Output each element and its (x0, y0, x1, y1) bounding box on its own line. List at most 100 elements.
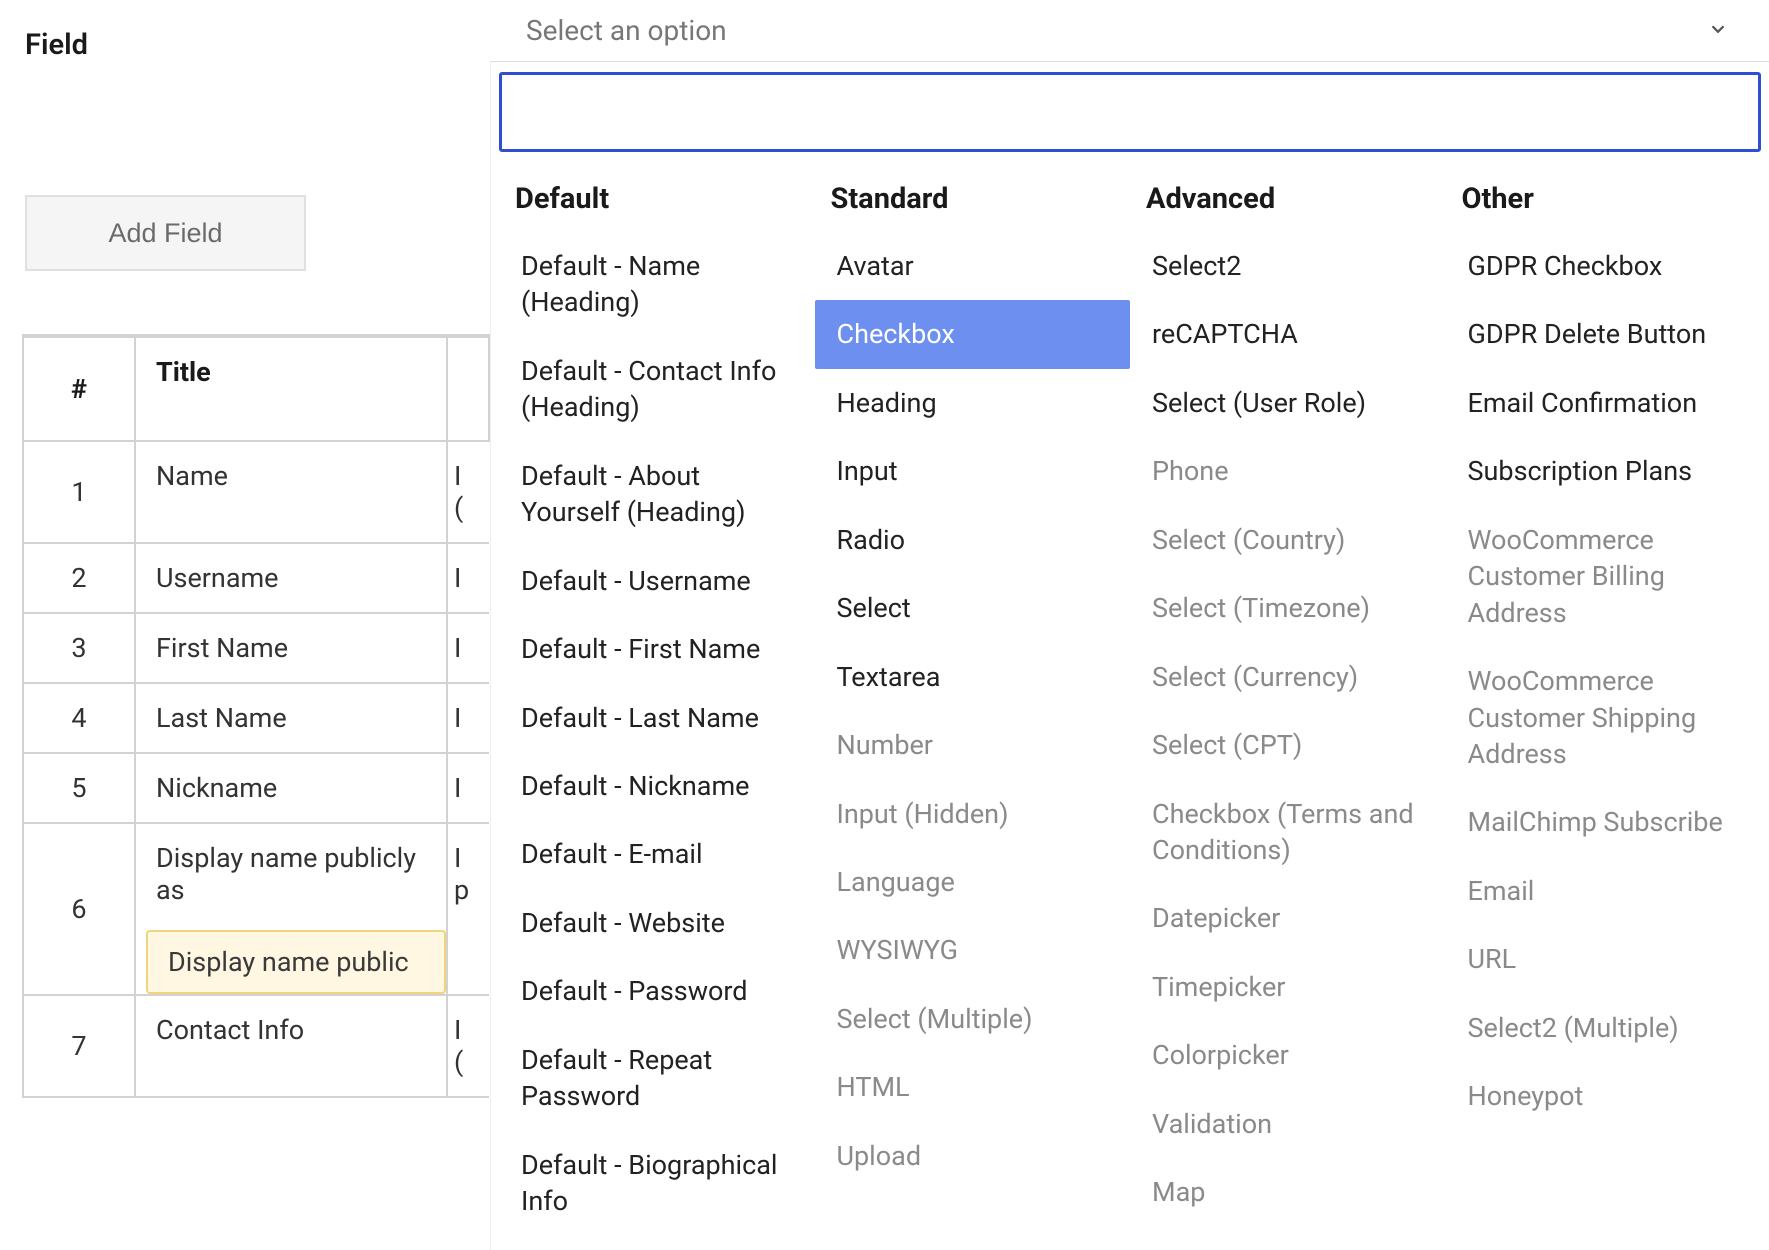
row-number: 5 (23, 753, 135, 823)
search-input[interactable] (499, 72, 1761, 152)
option-item[interactable]: HTML (815, 1053, 1131, 1121)
option-item[interactable]: Input (815, 437, 1131, 505)
option-column: StandardAvatarCheckboxHeadingInputRadioS… (815, 174, 1131, 1235)
table-row[interactable]: 5NicknameI (23, 753, 489, 823)
option-item[interactable]: Number (815, 711, 1131, 779)
option-item[interactable]: Select (815, 574, 1131, 642)
option-item[interactable]: Validation (1130, 1090, 1446, 1158)
row-title-text: Display name publicly as (136, 824, 446, 924)
add-field-button[interactable]: Add Field (25, 195, 306, 271)
option-item[interactable]: Heading (815, 369, 1131, 437)
option-item[interactable]: Default - Website (499, 889, 815, 957)
field-type-dropdown[interactable]: Select an option (490, 0, 1769, 62)
option-list: Select2reCAPTCHASelect (User Role)PhoneS… (1130, 232, 1446, 1227)
table-row[interactable]: 2UsernameI (23, 543, 489, 613)
option-item[interactable]: Checkbox (Terms and Conditions) (1130, 780, 1446, 885)
option-item[interactable]: Select2 (1130, 232, 1446, 300)
option-item[interactable]: reCAPTCHA (1130, 300, 1446, 368)
row-number: 1 (23, 441, 135, 543)
option-item[interactable]: Email Confirmation (1446, 369, 1762, 437)
option-item[interactable]: Select (Currency) (1130, 643, 1446, 711)
option-item[interactable]: Map (1130, 1158, 1446, 1226)
row-title: Display name publicly asDisplay name pub… (135, 823, 447, 995)
option-item[interactable]: MailChimp Subscribe (1446, 788, 1762, 856)
option-item[interactable]: Select (CPT) (1130, 711, 1446, 779)
option-item[interactable]: Input (Hidden) (815, 780, 1131, 848)
option-item[interactable]: GDPR Delete Button (1446, 300, 1762, 368)
row-number: 4 (23, 683, 135, 753)
table-row[interactable]: 7Contact InfoI ( (23, 995, 489, 1097)
row-title: Last Name (135, 683, 447, 753)
option-item[interactable]: Default - Last Name (499, 684, 815, 752)
option-list: AvatarCheckboxHeadingInputRadioSelectTex… (815, 232, 1131, 1190)
option-column-header: Advanced (1130, 174, 1446, 232)
fields-table: # Title 1NameI (2UsernameI3First NameI4L… (22, 334, 490, 1098)
row-title: Nickname (135, 753, 447, 823)
option-column-header: Default (499, 174, 815, 232)
option-item[interactable]: Checkbox (815, 300, 1131, 368)
option-list: Default - Name (Heading)Default - Contac… (499, 232, 815, 1235)
row-title: Name (135, 441, 447, 543)
option-item[interactable]: Phone (1130, 437, 1446, 505)
option-item[interactable]: Honeypot (1446, 1062, 1762, 1130)
table-row[interactable]: 6Display name publicly asDisplay name pu… (23, 823, 489, 995)
row-right-cut: I (447, 683, 489, 753)
table-header-title: Title (135, 337, 447, 441)
option-column-header: Other (1446, 174, 1762, 232)
row-right-cut: I (447, 613, 489, 683)
table-header-cut (447, 337, 489, 441)
option-item[interactable]: Colorpicker (1130, 1021, 1446, 1089)
option-item[interactable]: Avatar (815, 232, 1131, 300)
row-number: 7 (23, 995, 135, 1097)
option-item[interactable]: Subscription Plans (1446, 437, 1762, 505)
option-item[interactable]: Timepicker (1130, 953, 1446, 1021)
option-item[interactable]: Default - Biographical Info (499, 1131, 815, 1236)
table-row[interactable]: 1NameI ( (23, 441, 489, 543)
row-number: 6 (23, 823, 135, 995)
option-item[interactable]: Default - Name (Heading) (499, 232, 815, 337)
row-title: First Name (135, 613, 447, 683)
option-column-header: Standard (815, 174, 1131, 232)
option-item[interactable]: Default - Password (499, 957, 815, 1025)
option-item[interactable]: WYSIWYG (815, 916, 1131, 984)
option-item[interactable]: Language (815, 848, 1131, 916)
option-item[interactable]: WooCommerce Customer Billing Address (1446, 506, 1762, 647)
option-item[interactable]: Email (1446, 857, 1762, 925)
table-header-num: # (23, 337, 135, 441)
option-item[interactable]: Default - Username (499, 547, 815, 615)
option-item[interactable]: GDPR Checkbox (1446, 232, 1762, 300)
option-item[interactable]: Textarea (815, 643, 1131, 711)
row-right-cut: I ( (447, 441, 489, 543)
row-right-cut: I ( (447, 995, 489, 1097)
row-right-cut: I (447, 543, 489, 613)
option-item[interactable]: Select (User Role) (1130, 369, 1446, 437)
option-item[interactable]: Default - About Yourself (Heading) (499, 442, 815, 547)
option-item[interactable]: Select (Multiple) (815, 985, 1131, 1053)
option-item[interactable]: Datepicker (1130, 884, 1446, 952)
row-right-cut: I (447, 753, 489, 823)
table-row[interactable]: 3First NameI (23, 613, 489, 683)
option-item[interactable]: Upload (815, 1122, 1131, 1190)
option-item[interactable]: Default - E-mail (499, 820, 815, 888)
field-label: Field (25, 28, 88, 62)
option-item[interactable]: Select2 (Multiple) (1446, 994, 1762, 1062)
option-list: GDPR CheckboxGDPR Delete ButtonEmail Con… (1446, 232, 1762, 1131)
row-number: 3 (23, 613, 135, 683)
option-item[interactable]: Select (Country) (1130, 506, 1446, 574)
chevron-down-icon (1707, 14, 1729, 47)
option-item[interactable]: Default - Repeat Password (499, 1026, 815, 1131)
table-row[interactable]: 4Last NameI (23, 683, 489, 753)
row-tooltip: Display name public (146, 930, 446, 994)
option-item[interactable]: Radio (815, 506, 1131, 574)
option-item[interactable]: Select (Timezone) (1130, 574, 1446, 642)
option-column: AdvancedSelect2reCAPTCHASelect (User Rol… (1130, 174, 1446, 1235)
option-item[interactable]: Default - First Name (499, 615, 815, 683)
row-right-cut: I p (447, 823, 489, 995)
dropdown-placeholder: Select an option (526, 14, 727, 47)
option-item[interactable]: WooCommerce Customer Shipping Address (1446, 647, 1762, 788)
dropdown-panel: DefaultDefault - Name (Heading)Default -… (490, 62, 1769, 1250)
option-item[interactable]: Default - Contact Info (Heading) (499, 337, 815, 442)
option-item[interactable]: Default - Nickname (499, 752, 815, 820)
option-item[interactable]: URL (1446, 925, 1762, 993)
option-column: OtherGDPR CheckboxGDPR Delete ButtonEmai… (1446, 174, 1762, 1235)
